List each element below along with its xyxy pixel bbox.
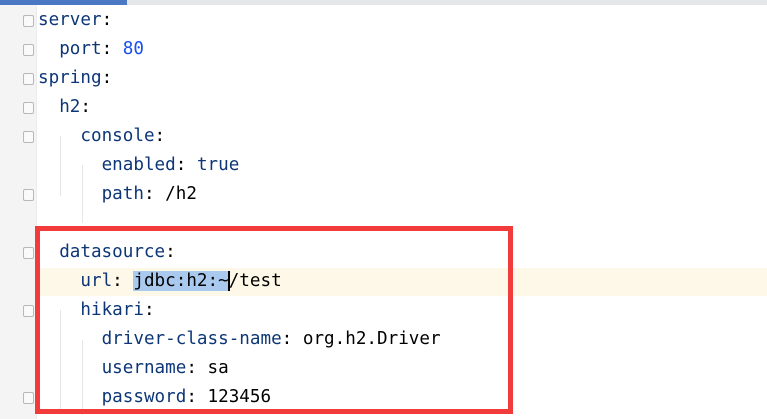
- fold-toggle-icon[interactable]: [23, 44, 34, 56]
- colon: :: [154, 126, 176, 146]
- yaml-key: console: [80, 126, 155, 146]
- code-line[interactable]: enabled: true: [102, 151, 240, 180]
- yaml-value: true: [196, 155, 240, 175]
- indent-guide: [60, 136, 61, 196]
- code-line[interactable]: spring:: [38, 64, 123, 93]
- colon: :: [101, 10, 123, 30]
- fold-toggle-icon[interactable]: [23, 247, 34, 259]
- fold-toggle-icon[interactable]: [23, 305, 34, 317]
- colon: :: [101, 39, 123, 59]
- code-line[interactable]: server:: [38, 6, 123, 35]
- code-line[interactable]: h2:: [59, 93, 101, 122]
- fold-toggle-icon[interactable]: [23, 189, 34, 201]
- yaml-key: spring: [38, 68, 102, 88]
- colon: :: [80, 97, 102, 117]
- colon: :: [101, 68, 123, 88]
- editor-tab-strip: [0, 0, 767, 5]
- colon: :: [175, 155, 197, 175]
- code-line[interactable]: path: /h2: [102, 180, 197, 209]
- fold-toggle-icon[interactable]: [23, 392, 34, 404]
- editor-gutter: [0, 5, 37, 419]
- colon: :: [143, 184, 166, 204]
- annotation-highlight-box: [35, 226, 513, 414]
- fold-toggle-icon[interactable]: [23, 15, 34, 27]
- code-line[interactable]: console:: [80, 122, 175, 151]
- indent-guide: [82, 165, 83, 223]
- yaml-key: server: [38, 10, 102, 30]
- code-line[interactable]: port: 80: [59, 35, 144, 64]
- fold-toggle-icon[interactable]: [23, 131, 34, 143]
- yaml-value: /h2: [165, 184, 197, 204]
- yaml-value: 80: [122, 39, 144, 59]
- fold-toggle-icon[interactable]: [23, 102, 34, 114]
- yaml-key: h2: [59, 97, 81, 117]
- yaml-key: enabled: [101, 155, 176, 175]
- fold-toggle-icon[interactable]: [23, 73, 34, 85]
- yaml-key: path: [101, 184, 144, 204]
- yaml-key: port: [59, 39, 102, 59]
